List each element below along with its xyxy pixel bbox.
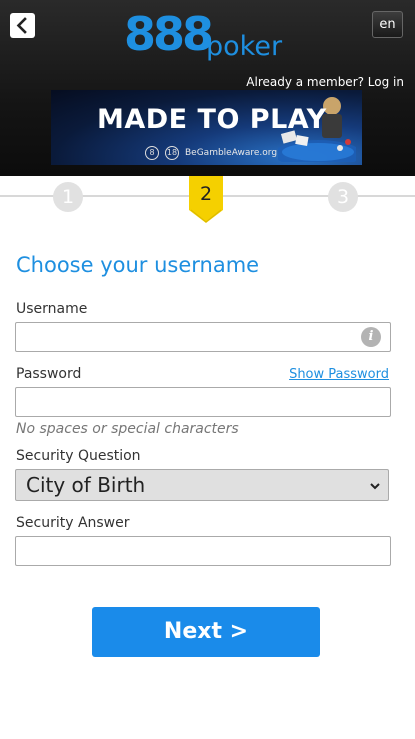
show-password-link[interactable]: Show Password (289, 367, 389, 382)
form-heading: Choose your username (16, 253, 260, 277)
security-question-select[interactable]: City of Birth (15, 469, 389, 501)
progress-steps: 1 2 3 (0, 176, 415, 226)
chevron-down-icon (370, 483, 380, 490)
step-3: 3 (328, 182, 358, 212)
language-button[interactable]: en (372, 11, 403, 38)
login-link[interactable]: Already a member? Log in (246, 75, 404, 89)
next-button[interactable]: Next > (92, 607, 320, 657)
step-2-number: 2 (199, 183, 213, 205)
chevron-left-icon (16, 17, 27, 34)
info-icon[interactable]: i (361, 327, 381, 347)
security-answer-input[interactable] (15, 536, 391, 566)
security-answer-label: Security Answer (16, 515, 130, 531)
age-18-badge: 18 (165, 146, 179, 160)
888poker-logo: 888 poker (124, 8, 294, 64)
step-2-active: 2 (189, 176, 223, 224)
gamble-aware-text: BeGambleAware.org (185, 148, 278, 158)
username-label: Username (16, 301, 88, 317)
logo-number: 888 (124, 7, 214, 61)
age-badge: 8 (145, 146, 159, 160)
security-question-label: Security Question (16, 448, 141, 464)
logo-word: poker (206, 31, 283, 62)
password-hint: No spaces or special characters (16, 421, 239, 437)
step-1: 1 (53, 182, 83, 212)
password-label: Password (16, 366, 82, 382)
back-button[interactable] (10, 13, 35, 38)
promo-banner[interactable]: MADE TO PLAY 8 18 BeGambleAware.org (51, 90, 362, 165)
password-input[interactable] (15, 387, 391, 417)
banner-responsible-gambling: 8 18 BeGambleAware.org (145, 146, 277, 160)
security-question-value: City of Birth (26, 473, 146, 497)
header: 888 poker en Already a member? Log in MA… (0, 0, 415, 176)
banner-title: MADE TO PLAY (97, 104, 327, 135)
username-input[interactable] (15, 322, 391, 352)
